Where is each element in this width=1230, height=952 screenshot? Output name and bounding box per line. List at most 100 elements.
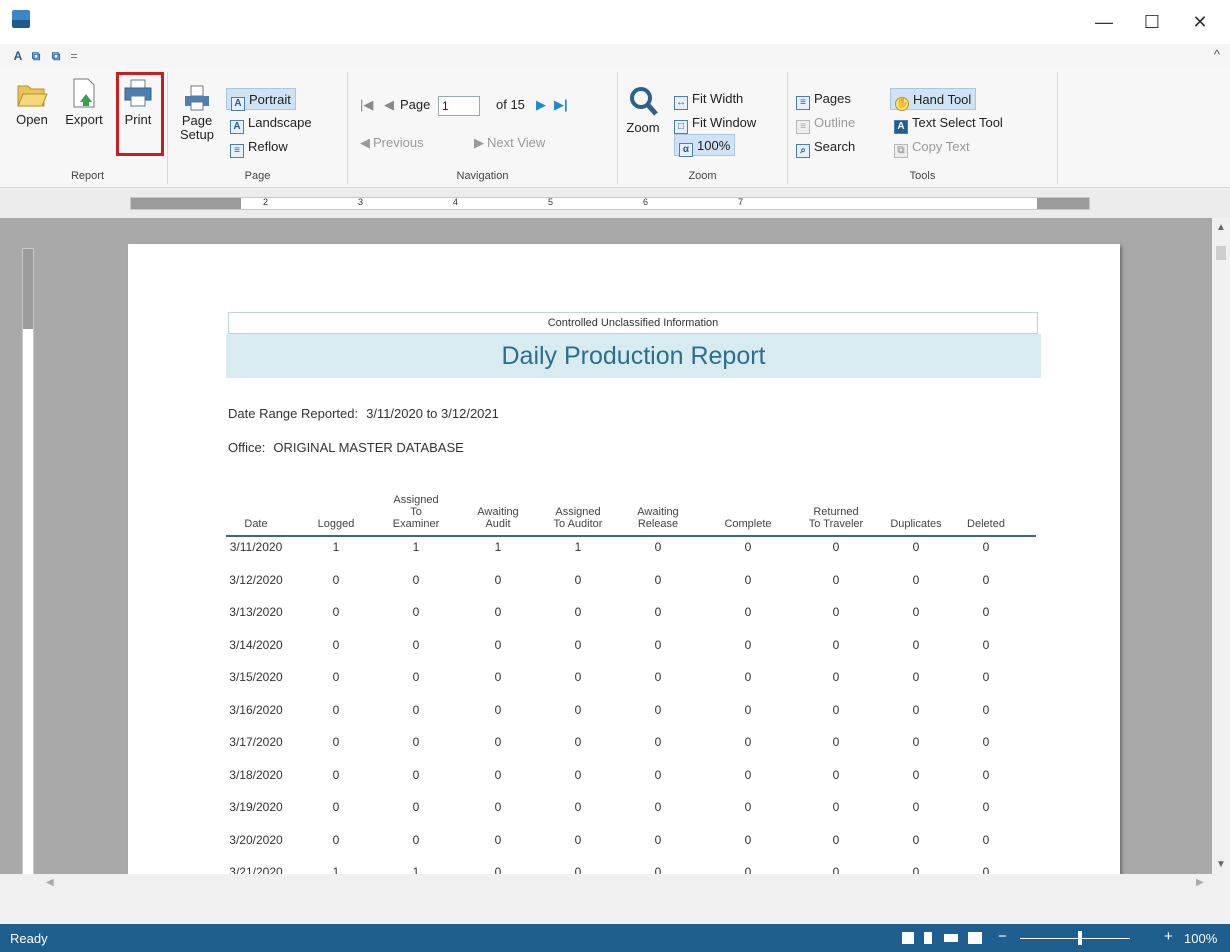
zoom-100-button[interactable]: α 100% bbox=[674, 134, 736, 157]
table-cell: 0 bbox=[412, 605, 420, 619]
continuous-view-icon[interactable] bbox=[924, 932, 932, 944]
page-setup-button[interactable]: Page Setup bbox=[174, 84, 220, 142]
page-word: Page bbox=[400, 97, 431, 112]
table-cell: 0 bbox=[832, 735, 840, 749]
zoom-page-icon-2[interactable]: ⧉ bbox=[48, 48, 64, 64]
zoom-slider-track[interactable] bbox=[1020, 938, 1130, 939]
scroll-thumb[interactable] bbox=[1216, 246, 1226, 260]
next-page-icon: ▶ bbox=[536, 97, 546, 112]
ruler-number: 4 bbox=[453, 197, 459, 207]
column-header: Awaiting Release bbox=[618, 506, 698, 530]
close-button[interactable]: ✕ bbox=[1180, 8, 1220, 36]
table-header-rule bbox=[226, 535, 1036, 537]
app-icon bbox=[12, 10, 30, 28]
portrait-icon: A bbox=[231, 97, 245, 111]
maximize-button[interactable]: ☐ bbox=[1132, 8, 1172, 36]
single-page-view-icon[interactable] bbox=[902, 932, 914, 944]
actual-size-icon: α bbox=[679, 143, 693, 157]
table-cell: 0 bbox=[654, 832, 662, 847]
scroll-down-icon[interactable]: ▼ bbox=[1212, 859, 1230, 870]
table-cell: 0 bbox=[574, 637, 582, 652]
table-row: 3/16/2020 0 0 0 0 0 0 0 0 0 bbox=[226, 703, 1036, 735]
table-cell: 0 bbox=[654, 637, 662, 652]
last-page-button[interactable]: ▶| bbox=[554, 94, 568, 116]
date-range-label: Date Range Reported: bbox=[228, 406, 359, 421]
facing-view-icon[interactable] bbox=[944, 934, 958, 942]
zoom-button[interactable]: Zoom bbox=[620, 84, 666, 135]
table-cell: 0 bbox=[982, 767, 990, 782]
export-button[interactable]: Export bbox=[58, 76, 110, 127]
reflow-button[interactable]: ≡ Reflow bbox=[230, 136, 288, 158]
hand-tool-button[interactable]: ✋ Hand Tool bbox=[890, 88, 977, 111]
prev-page-button[interactable]: ◀ bbox=[384, 94, 394, 116]
column-header: Assigned To Examiner bbox=[376, 494, 456, 530]
table-cell: 0 bbox=[654, 670, 662, 684]
portrait-label: Portrait bbox=[249, 92, 291, 107]
fit-width-button[interactable]: ↔ Fit Width bbox=[674, 88, 743, 110]
table-cell: 3/20/2020 bbox=[229, 832, 283, 847]
text-select-button[interactable]: A Text Select Tool bbox=[894, 112, 1003, 134]
column-header-line: Returned bbox=[813, 506, 859, 518]
table-cell: 0 bbox=[332, 767, 340, 782]
scroll-right-icon[interactable]: ▶ bbox=[1196, 877, 1204, 888]
table-cell: 0 bbox=[412, 767, 420, 782]
table-cell: 0 bbox=[574, 605, 582, 619]
document-viewer[interactable]: Controlled Unclassified Information Dail… bbox=[0, 218, 1212, 874]
zoom-out-button[interactable]: − bbox=[998, 928, 1007, 945]
pages-label: Pages bbox=[814, 91, 851, 106]
open-button[interactable]: Open bbox=[10, 76, 54, 127]
page-number-input[interactable]: 1 bbox=[438, 95, 480, 116]
ruler-left-margin bbox=[131, 198, 241, 209]
table-cell: 0 bbox=[744, 572, 752, 587]
portrait-button[interactable]: A Portrait bbox=[226, 88, 296, 111]
table-cell: 3/17/2020 bbox=[229, 735, 283, 749]
table-row: 3/18/2020 0 0 0 0 0 0 0 0 0 bbox=[226, 768, 1036, 800]
table-cell: 0 bbox=[574, 865, 582, 874]
table-cell: 0 bbox=[912, 605, 920, 619]
table-cell: 0 bbox=[574, 735, 582, 749]
table-cell: 0 bbox=[332, 832, 340, 847]
title-bar: — ☐ ✕ bbox=[0, 0, 1230, 44]
scroll-left-icon[interactable]: ◀ bbox=[46, 877, 54, 888]
pages-button[interactable]: ≡ Pages bbox=[796, 88, 851, 110]
column-header-line: Assigned bbox=[393, 494, 439, 506]
table-cell: 0 bbox=[912, 670, 920, 684]
table-cell: 0 bbox=[832, 637, 840, 652]
table-cell: 0 bbox=[654, 540, 662, 554]
fit-window-button[interactable]: □ Fit Window bbox=[674, 112, 756, 134]
table-cell: 0 bbox=[574, 767, 582, 782]
scroll-up-icon[interactable]: ▲ bbox=[1212, 222, 1230, 233]
vertical-scrollbar[interactable]: ▲ ▼ bbox=[1212, 218, 1230, 874]
outline-button[interactable]: ≡ Outline bbox=[796, 112, 855, 134]
minimize-button[interactable]: — bbox=[1084, 8, 1124, 36]
table-cell: 3/14/2020 bbox=[229, 637, 283, 652]
facing-continuous-view-icon[interactable] bbox=[968, 932, 982, 944]
table-header: Date Logged Assigned To Examiner Awaiting Audi… bbox=[226, 444, 1036, 534]
copy-text-button[interactable]: ⧉ Copy Text bbox=[894, 136, 970, 158]
next-page-button[interactable]: ▶ bbox=[536, 94, 546, 116]
collapse-ribbon-icon[interactable]: ^ bbox=[1214, 47, 1220, 62]
text-select-icon[interactable]: A bbox=[10, 48, 26, 64]
column-header: Complete bbox=[708, 518, 788, 530]
pages-icon: ≡ bbox=[796, 96, 810, 110]
next-view-button[interactable]: ▶ Next View bbox=[474, 132, 545, 154]
first-page-button[interactable]: |◀ bbox=[360, 94, 373, 116]
table-cell: 0 bbox=[744, 702, 752, 717]
column-header-line: Assigned bbox=[555, 506, 601, 518]
search-button[interactable]: ⌕ Search bbox=[796, 136, 855, 158]
table-cell: 3/15/2020 bbox=[229, 670, 283, 684]
zoom-slider-thumb[interactable] bbox=[1078, 931, 1082, 945]
ruler-number: 3 bbox=[358, 197, 364, 207]
table-cell: 0 bbox=[744, 540, 752, 554]
date-range-value: 3/11/2020 to 3/12/2021 bbox=[366, 406, 499, 421]
zoom-page-icon[interactable]: ⧉ bbox=[28, 48, 44, 64]
table-cell: 0 bbox=[494, 800, 502, 814]
zoom-in-button[interactable]: + bbox=[1164, 928, 1173, 945]
page-number-field[interactable]: 1 bbox=[438, 94, 480, 116]
table-cell: 0 bbox=[982, 800, 990, 814]
landscape-button[interactable]: A Landscape bbox=[230, 112, 312, 134]
qat-customize-icon[interactable]: = bbox=[66, 48, 82, 64]
table-cell: 0 bbox=[982, 637, 990, 652]
horizontal-scrollbar[interactable]: ◀ ▶ bbox=[0, 874, 1230, 894]
previous-view-button[interactable]: ◀ Previous bbox=[360, 132, 424, 154]
